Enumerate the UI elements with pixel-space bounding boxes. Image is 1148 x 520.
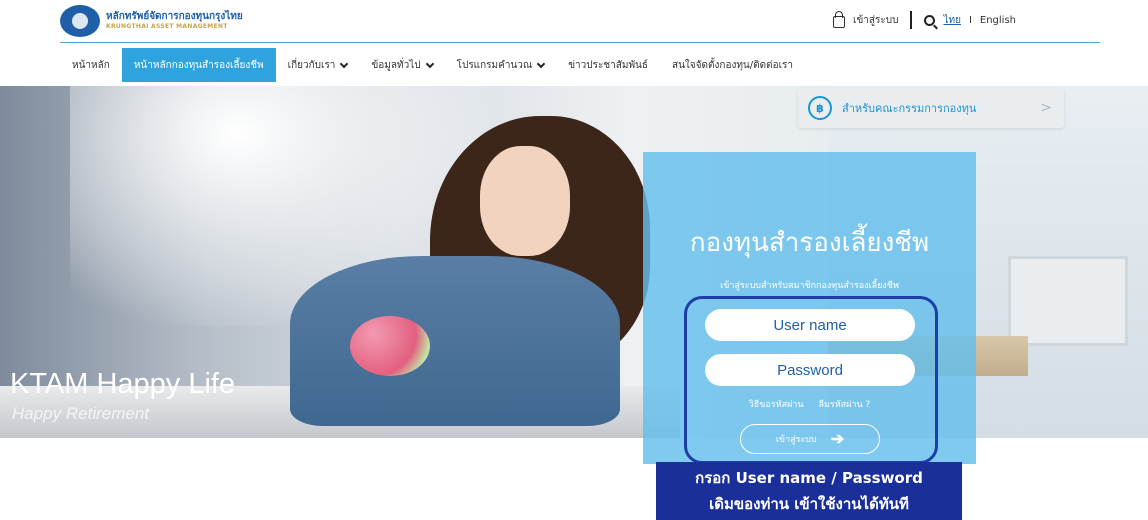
- hero-title: KTAM Happy Life: [10, 368, 236, 400]
- nav-label: เกี่ยวกับเรา: [287, 59, 336, 71]
- lang-separator: I: [968, 14, 972, 26]
- nav-item-contact[interactable]: สนใจจัดตั้งกองทุน/ติดต่อเรา: [660, 48, 805, 82]
- nav-label: สนใจจัดตั้งกองทุน/ติดต่อเรา: [671, 59, 794, 71]
- nav-item-calculator[interactable]: โปรแกรมคำนวณ: [445, 48, 557, 82]
- brand-name-th: หลักทรัพย์จัดการกองทุนกรุงไทย: [106, 11, 243, 22]
- login-subtitle: เข้าสู่ระบบสำหรับสมาชิกกองทุนสำรองเลี้ยง…: [720, 281, 899, 291]
- callout-line-2: เดิมของท่าน เข้าใช้งานได้ทันที: [709, 495, 909, 513]
- callout-line-1: กรอก User name / Password: [695, 469, 923, 487]
- nav-item-about[interactable]: เกี่ยวกับเรา: [276, 48, 360, 82]
- lang-en-link[interactable]: English: [980, 15, 1016, 26]
- chevron-down-icon: [425, 59, 434, 68]
- nav-label: หน้าหลัก: [72, 59, 110, 71]
- chevron-down-icon: [340, 59, 349, 68]
- login-title: กองทุนสำรองเลี้ยงชีพ: [689, 228, 930, 258]
- ktam-logo[interactable]: หลักทรัพย์จัดการกองทุนกรุงไทย KRUNGTHAI …: [60, 5, 243, 37]
- hero-woman-face: [480, 146, 570, 256]
- logo-mark-icon: [60, 5, 100, 37]
- nav-label: หน้าหลักกองทุนสำรองเลี้ยงชีพ: [133, 59, 264, 71]
- hero-subtitle: Happy Retirement: [12, 404, 150, 423]
- divider: [910, 11, 913, 29]
- nav-item-pvd-home[interactable]: หน้าหลักกองทุนสำรองเลี้ยงชีพ: [121, 48, 276, 82]
- instruction-callout: กรอก User name / Password เดิมของท่าน เข…: [656, 462, 962, 520]
- top-login-link[interactable]: เข้าสู่ระบบ: [853, 13, 898, 28]
- hero-woman-body: [290, 256, 620, 426]
- chevron-down-icon: [536, 59, 546, 68]
- brand-name-en: KRUNGTHAI ASSET MANAGEMENT: [106, 23, 228, 30]
- hero-flowers: [350, 316, 430, 376]
- main-nav: หน้าหลัก หน้าหลักกองทุนสำรองเลี้ยงชีพ เก…: [60, 48, 805, 82]
- nav-item-news[interactable]: ข่าวประชาสัมพันธ์: [556, 48, 660, 82]
- top-bar: หลักทรัพย์จัดการกองทุนกรุงไทย KRUNGTHAI …: [0, 0, 1148, 44]
- logo-text: หลักทรัพย์จัดการกองทุนกรุงไทย KRUNGTHAI …: [106, 11, 243, 31]
- highlight-annotation: [684, 296, 938, 464]
- nav-item-home[interactable]: หน้าหลัก: [60, 48, 122, 82]
- hero-monitor: [1008, 256, 1128, 346]
- baht-icon: ฿: [808, 96, 832, 120]
- search-icon[interactable]: [924, 14, 936, 26]
- chevron-right-icon: >: [1040, 100, 1052, 116]
- committee-label: สำหรับคณะกรรมการกองทุน: [842, 102, 977, 115]
- lock-icon: [833, 10, 846, 28]
- committee-link[interactable]: ฿ สำหรับคณะกรรมการกองทุน >: [798, 88, 1064, 128]
- top-right-tools: เข้าสู่ระบบ ไทย I English: [833, 10, 1016, 29]
- nav-item-general-info[interactable]: ข้อมูลทั่วไป: [359, 48, 444, 82]
- nav-label: ข่าวประชาสัมพันธ์: [568, 59, 648, 71]
- lang-th-link[interactable]: ไทย: [943, 13, 960, 28]
- nav-label: โปรแกรมคำนวณ: [456, 59, 533, 71]
- nav-label: ข้อมูลทั่วไป: [371, 59, 421, 71]
- header-underline: [60, 42, 1100, 43]
